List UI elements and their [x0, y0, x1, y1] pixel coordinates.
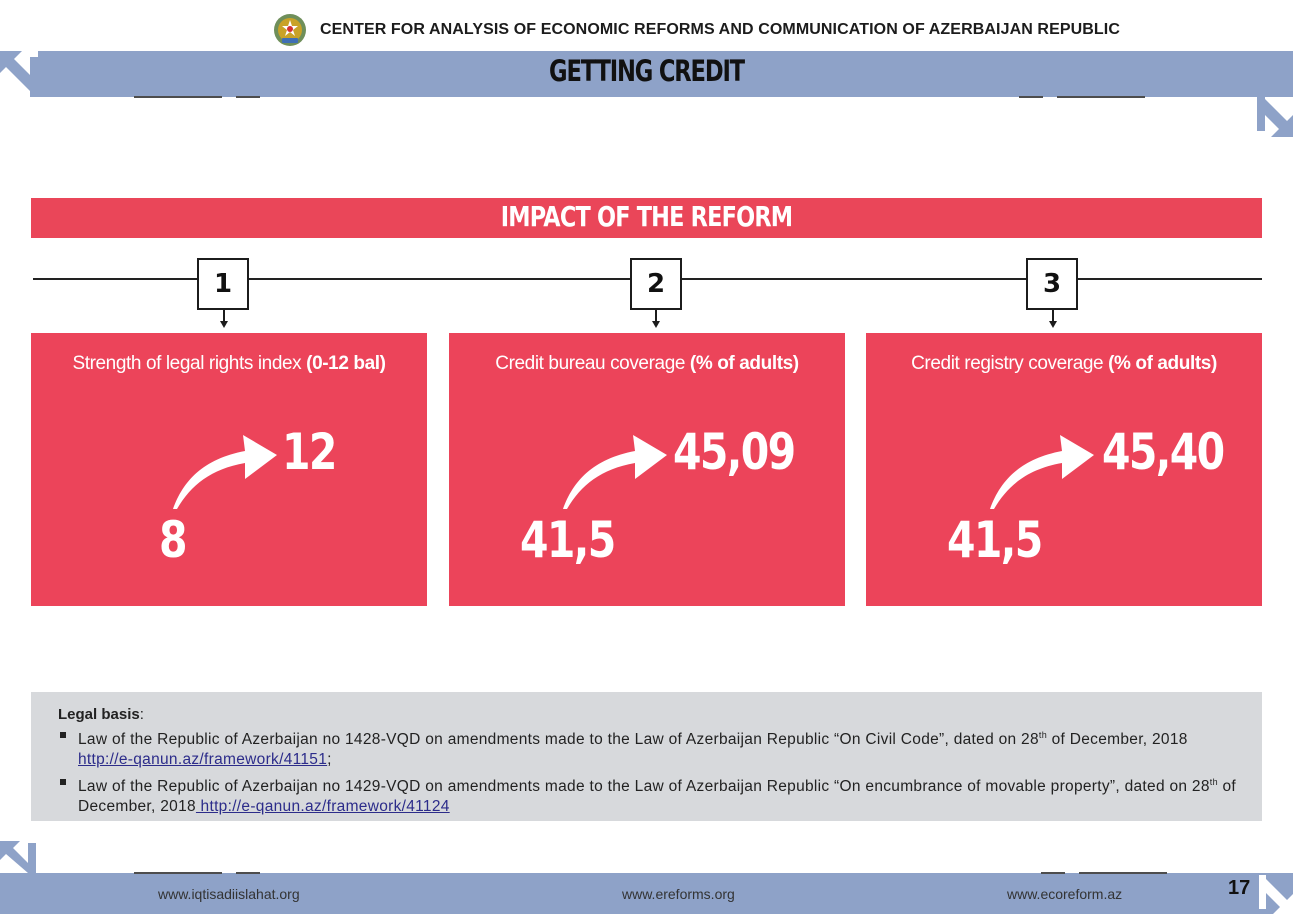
card-label: Credit registry coverage (% of adults): [911, 353, 1217, 374]
impact-title: IMPACT OF THE REFORM: [500, 200, 793, 233]
increase-arrow-icon: [990, 435, 1094, 509]
indicator-card: Credit registry coverage (% of adults) 4…: [866, 333, 1262, 606]
card-label-unit: (0-12 bal): [306, 353, 386, 374]
decorative-line: [134, 872, 222, 874]
corner-arrow-icon: [0, 841, 36, 873]
corner-arrow-icon: [1257, 97, 1293, 137]
footer-link-ecoreform[interactable]: www.ecoreform.az: [1007, 886, 1122, 902]
legal-basis-item: Law of the Republic of Azerbaijan no 142…: [60, 725, 1248, 770]
footer-link-iqtisadiislahat[interactable]: www.iqtisadiislahat.org: [158, 886, 300, 902]
bullet-icon: [60, 779, 66, 785]
increase-arrow-icon: [563, 435, 667, 509]
decorative-line: [1041, 872, 1065, 874]
state-emblem-icon: [274, 14, 306, 46]
bullet-icon: [60, 732, 66, 738]
law-link[interactable]: http://e-qanun.az/framework/41124: [196, 798, 450, 815]
decorative-line: [1079, 872, 1167, 874]
card-label-unit: (% of adults): [1108, 353, 1217, 374]
decorative-line: [236, 872, 260, 874]
value-after: 45,40: [1102, 423, 1225, 481]
law-link[interactable]: http://e-qanun.az/framework/41151: [78, 751, 327, 768]
value-before: 8: [159, 511, 188, 569]
value-after: 45,09: [673, 423, 796, 481]
increase-arrow-icon: [173, 435, 277, 509]
step-pointer-icon: [652, 310, 660, 328]
corner-arrow-icon: [0, 51, 38, 97]
value-after: 12: [282, 423, 337, 481]
card-label-unit: (% of adults): [689, 353, 799, 374]
step-marker: 3: [1026, 258, 1078, 310]
step-marker: 2: [630, 258, 682, 310]
legal-basis-item: Law of the Republic of Azerbaijan no 142…: [60, 772, 1248, 817]
step-marker: 1: [197, 258, 249, 310]
decorative-line: [134, 96, 222, 98]
footer-link-ereforms[interactable]: www.ereforms.org: [622, 886, 735, 902]
indicator-card: Strength of legal rights index (0-12 bal…: [31, 333, 427, 606]
page-number: 17: [1228, 877, 1251, 899]
value-before: 41,5: [520, 511, 616, 569]
indicator-card: Credit bureau coverage (% of adults) 41,…: [449, 333, 845, 606]
card-label: Credit bureau coverage (% of adults): [495, 353, 799, 374]
page-title: GETTING CREDIT: [549, 54, 745, 88]
step-pointer-icon: [1049, 310, 1057, 328]
organization-name: CENTER FOR ANALYSIS OF ECONOMIC REFORMS …: [320, 21, 1121, 38]
decorative-line: [1019, 96, 1043, 98]
value-before: 41,5: [947, 511, 1043, 569]
decorative-line: [236, 96, 260, 98]
decorative-line: [1057, 96, 1145, 98]
legal-basis-heading: Legal basis:: [58, 706, 144, 723]
org-header: CENTER FOR ANALYSIS OF ECONOMIC REFORMS …: [0, 10, 1293, 50]
card-label: Strength of legal rights index (0-12 bal…: [72, 353, 386, 374]
step-pointer-icon: [220, 310, 228, 328]
corner-arrow-icon: [1257, 873, 1293, 914]
